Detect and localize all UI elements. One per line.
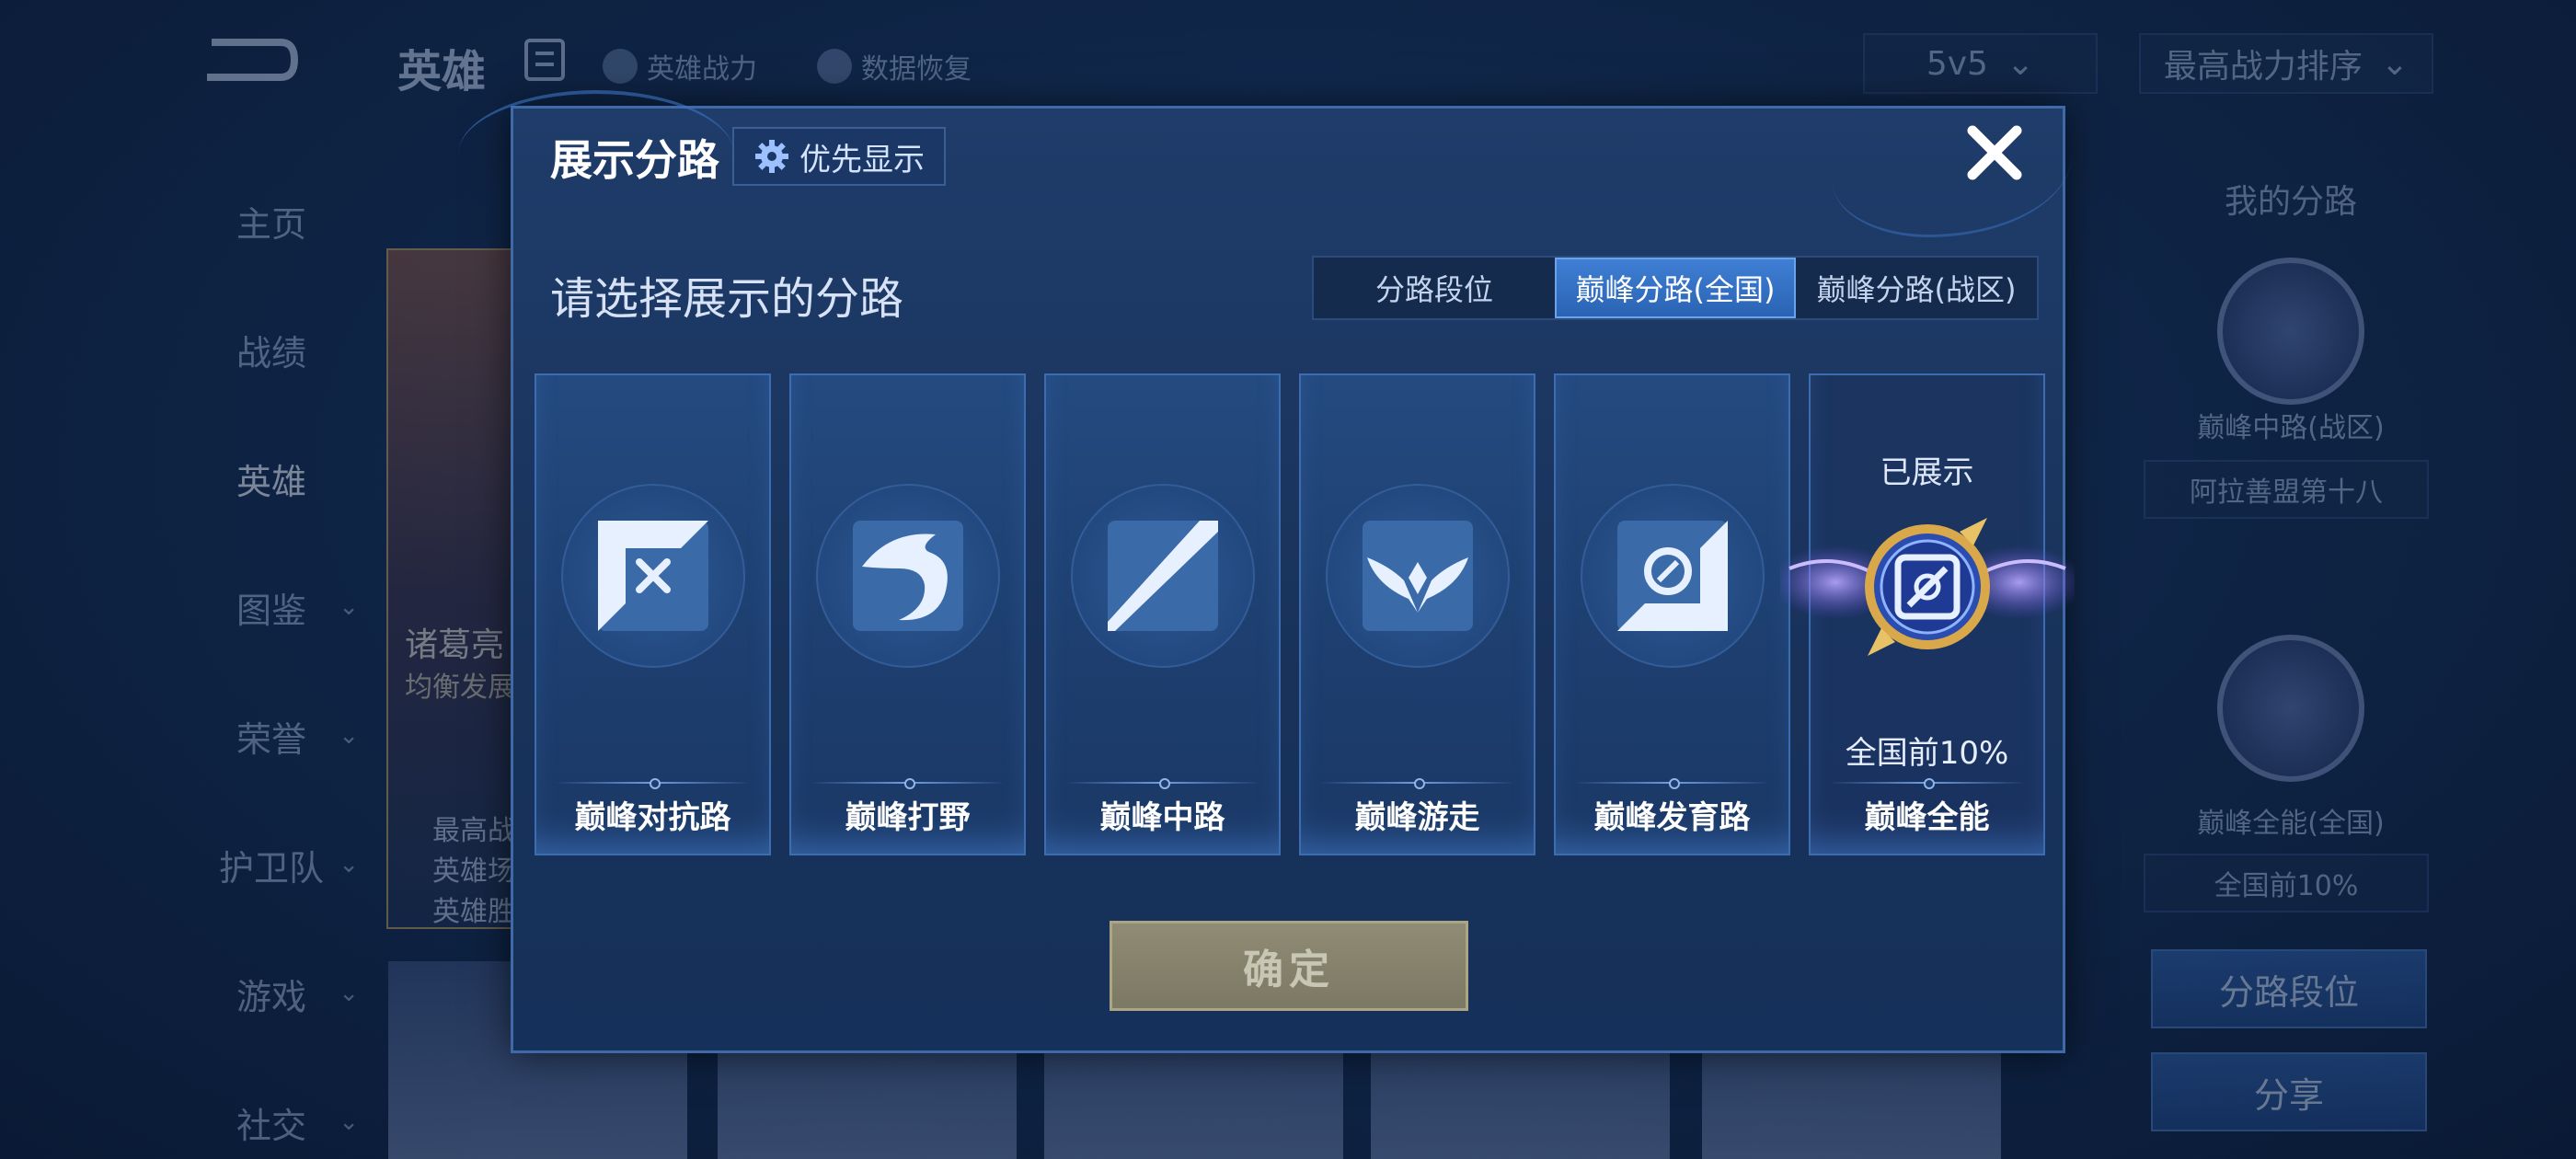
lane-option-top[interactable]: 巅峰对抗路 bbox=[535, 373, 771, 855]
lane-icon-frame bbox=[1325, 484, 1510, 668]
sidebar-item-label: 英雄 bbox=[236, 461, 306, 502]
lane-tabs: 分路段位 巅峰分路(全国) 巅峰分路(战区) bbox=[1312, 256, 2039, 320]
sidebar-item-records[interactable]: 战绩 bbox=[166, 285, 377, 414]
hero-stat: 英雄场 bbox=[432, 855, 515, 888]
lane-icon-frame bbox=[815, 484, 1000, 668]
sidebar-item-label: 荣誉 bbox=[236, 718, 306, 760]
restore-icon bbox=[817, 49, 852, 84]
hero-stat: 最高战 bbox=[432, 815, 515, 847]
lane-name: 巅峰发育路 bbox=[1593, 799, 1751, 836]
close-button[interactable] bbox=[1961, 120, 2028, 186]
sort-select[interactable]: 最高战力排序 ⌄ bbox=[2139, 33, 2433, 94]
chevron-down-icon: ⌄ bbox=[339, 980, 359, 1007]
lane-name: 巅峰游走 bbox=[1354, 799, 1480, 836]
my-lane-name: 巅峰全能(全国) bbox=[2197, 808, 2385, 840]
sidebar-item-label: 游戏 bbox=[236, 976, 306, 1017]
hero-name: 诸葛亮 bbox=[405, 626, 505, 664]
sidebar-item-social[interactable]: 社交 ⌄ bbox=[166, 1058, 377, 1159]
dragon-icon bbox=[852, 521, 963, 631]
decorative-swirl bbox=[1833, 99, 2072, 237]
lane-name: 巅峰打野 bbox=[845, 799, 971, 836]
lane-option-jungle[interactable]: 巅峰打野 bbox=[789, 373, 1026, 855]
chevron-down-icon: ⌄ bbox=[2380, 44, 2409, 83]
wings-icon bbox=[1362, 521, 1473, 631]
sidebar-item-label: 主页 bbox=[236, 203, 306, 245]
data-restore-label: 数据恢复 bbox=[861, 53, 972, 86]
sidebar-item-label: 图鉴 bbox=[236, 590, 306, 631]
lane-option-roam[interactable]: 巅峰游走 bbox=[1299, 373, 1535, 855]
helmet-icon bbox=[603, 49, 638, 84]
my-lane-name: 巅峰中路(战区) bbox=[2197, 412, 2385, 444]
shown-label: 已展示 bbox=[1880, 454, 1974, 491]
sidebar: 主页 战绩 英雄 图鉴 ⌄ 荣誉 ⌄ 护卫队 ⌄ 游戏 ⌄ 社交 ⌄ bbox=[166, 156, 377, 1159]
hero-stats: 最高战 英雄场 英雄胜 bbox=[432, 811, 515, 933]
sidebar-item-label: 战绩 bbox=[236, 332, 306, 373]
list-icon[interactable] bbox=[524, 39, 565, 81]
lane-option-mid[interactable]: 巅峰中路 bbox=[1044, 373, 1281, 855]
allround-badge-icon bbox=[1779, 518, 2075, 656]
lane-option-farm[interactable]: 巅峰发育路 bbox=[1554, 373, 1790, 855]
divider bbox=[555, 778, 751, 789]
mode-select-value: 5v5 bbox=[1926, 44, 1988, 83]
lane-name: 巅峰全能 bbox=[1864, 799, 1990, 836]
sort-select-value: 最高战力排序 bbox=[2163, 48, 2363, 86]
tab-peak-lane-region[interactable]: 巅峰分路(战区) bbox=[1796, 258, 2037, 318]
my-lanes-title: 我的分路 bbox=[2224, 183, 2357, 221]
divider bbox=[1319, 778, 1515, 789]
sidebar-item-label: 社交 bbox=[236, 1105, 306, 1146]
hero-subtitle: 均衡发展 bbox=[405, 671, 515, 704]
sidebar-item-honor[interactable]: 荣誉 ⌄ bbox=[166, 671, 377, 800]
lane-options: 巅峰对抗路 巅峰打野 巅峰中路 巅峰游走 巅峰发育路 已展示 全国前10% 巅峰… bbox=[535, 373, 2075, 855]
hero-stat: 英雄胜 bbox=[432, 896, 515, 928]
priority-display-label: 优先显示 bbox=[799, 141, 925, 178]
lane-name: 巅峰中路 bbox=[1099, 799, 1225, 836]
share-button[interactable]: 分享 bbox=[2151, 1052, 2427, 1131]
mode-select[interactable]: 5v5 ⌄ bbox=[1863, 33, 2098, 94]
divider bbox=[810, 778, 1006, 789]
modal-title: 展示分路 bbox=[550, 135, 719, 185]
divider bbox=[1829, 778, 2025, 789]
lane-rank-button[interactable]: 分路段位 bbox=[2151, 949, 2427, 1028]
confirm-button[interactable]: 确定 bbox=[1110, 921, 1468, 1011]
allround-badge-icon bbox=[2217, 635, 2364, 782]
chevron-down-icon: ⌄ bbox=[339, 1108, 359, 1136]
chevron-down-icon: ⌄ bbox=[339, 593, 359, 621]
lane-name: 巅峰对抗路 bbox=[574, 799, 731, 836]
divider bbox=[1064, 778, 1260, 789]
gear-icon bbox=[755, 140, 788, 173]
chevron-down-icon: ⌄ bbox=[2006, 44, 2035, 83]
close-icon bbox=[1967, 125, 2022, 180]
lane-display-modal: 展示分路 优先显示 请选择展示的分路 分路段位 巅峰分路(全国) 巅峰分路(战区… bbox=[458, 90, 2075, 1053]
back-arrow-icon[interactable] bbox=[193, 35, 299, 86]
chevron-down-icon: ⌄ bbox=[339, 722, 359, 750]
sidebar-item-guard[interactable]: 护卫队 ⌄ bbox=[166, 800, 377, 929]
lane-icon-frame bbox=[1070, 484, 1255, 668]
my-lane-rank: 全国前10% bbox=[2144, 854, 2429, 912]
sidebar-item-game[interactable]: 游戏 ⌄ bbox=[166, 929, 377, 1058]
sword-cross-icon bbox=[597, 521, 708, 631]
sidebar-item-codex[interactable]: 图鉴 ⌄ bbox=[166, 543, 377, 671]
chevron-down-icon: ⌄ bbox=[339, 851, 359, 878]
staff-icon bbox=[1107, 521, 1218, 631]
page-title: 英雄 bbox=[397, 46, 487, 98]
sidebar-item-label: 护卫队 bbox=[218, 847, 324, 889]
my-lane-region: 阿拉善盟第十八 bbox=[2144, 460, 2429, 519]
target-icon bbox=[1616, 521, 1728, 631]
lane-option-allround[interactable]: 已展示 全国前10% 巅峰全能 bbox=[1779, 373, 2075, 855]
lane-icon-frame bbox=[1580, 484, 1765, 668]
hero-power-link[interactable]: 英雄战力 bbox=[603, 46, 757, 86]
lane-emblem-icon bbox=[2217, 258, 2364, 405]
divider bbox=[1574, 778, 1770, 789]
hero-power-label: 英雄战力 bbox=[647, 53, 757, 86]
lane-rank-text: 全国前10% bbox=[1845, 735, 2009, 772]
sidebar-item-heroes[interactable]: 英雄 bbox=[166, 414, 377, 543]
priority-display-button[interactable]: 优先显示 bbox=[732, 127, 946, 186]
lane-icon-frame bbox=[560, 484, 745, 668]
tab-lane-rank[interactable]: 分路段位 bbox=[1314, 258, 1555, 318]
sidebar-item-home[interactable]: 主页 bbox=[166, 156, 377, 285]
select-lane-prompt: 请选择展示的分路 bbox=[550, 273, 904, 325]
tab-peak-lane-national[interactable]: 巅峰分路(全国) bbox=[1555, 258, 1796, 318]
data-restore-link[interactable]: 数据恢复 bbox=[817, 46, 972, 86]
